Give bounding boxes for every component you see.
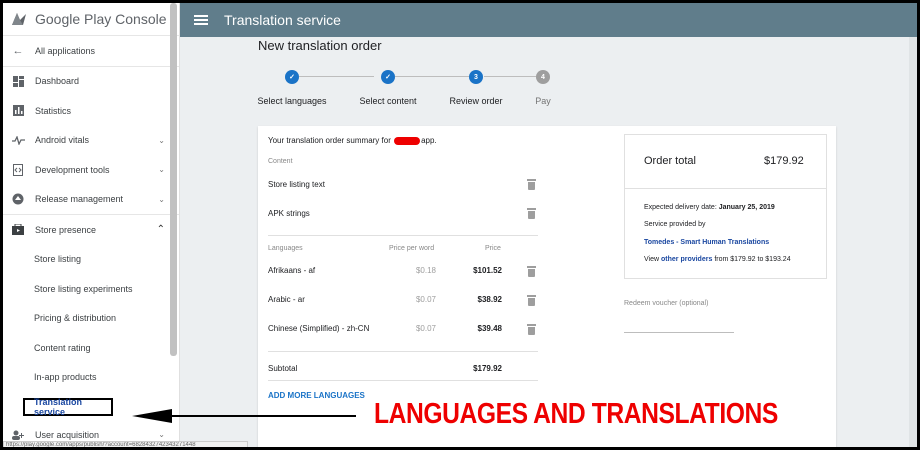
dashboard-icon <box>11 74 25 88</box>
sidebar-item-label: Dashboard <box>35 76 80 87</box>
delete-icon[interactable] <box>527 324 536 335</box>
sidebar-item-android-vitals[interactable]: Android vitals ⌄ <box>3 126 179 156</box>
divider <box>268 235 538 236</box>
sidebar-item-development-tools[interactable]: Development tools ⌄ <box>3 155 179 185</box>
sidebar: Google Play Console ← All applications D… <box>3 3 180 447</box>
add-more-languages-button[interactable]: ADD MORE LANGUAGES <box>268 391 365 400</box>
price-per-word: $0.07 <box>415 324 436 333</box>
stepper-line <box>299 76 374 77</box>
topbar-title: Translation service <box>224 12 341 28</box>
sidebar-item-label: Statistics <box>35 105 72 116</box>
languages-column-header: Languages <box>268 245 303 252</box>
order-stepper: ✓ ✓ 3 4 Select languages Select content … <box>257 68 578 108</box>
dev-tools-icon <box>11 163 25 177</box>
chevron-down-icon: ⌄ <box>158 194 165 204</box>
chevron-down-icon: ⌄ <box>158 165 165 175</box>
sidebar-item-label: User acquisition <box>35 429 100 440</box>
order-summary-text: Your translation order summary for app. <box>268 136 437 145</box>
order-total-value: $179.92 <box>764 155 804 167</box>
order-total-label: Order total <box>644 155 696 167</box>
subtotal-value: $179.92 <box>473 364 502 373</box>
voucher-label: Redeem voucher (optional) <box>624 300 709 307</box>
sidebar-back-all-applications[interactable]: ← All applications <box>3 36 179 66</box>
sidebar-item-dashboard[interactable]: Dashboard <box>3 67 179 97</box>
play-console-logo-icon <box>12 13 26 25</box>
step-check-icon: ✓ <box>381 70 395 84</box>
step-number: 3 <box>469 70 483 84</box>
provider-label: Service provided by <box>644 221 706 228</box>
language-price: $101.52 <box>473 266 502 275</box>
divider <box>268 380 538 381</box>
annotation-arrow-line <box>168 415 356 417</box>
stepper-line <box>484 76 536 77</box>
vitals-icon <box>11 133 25 147</box>
language-price: $38.92 <box>477 295 502 304</box>
logo[interactable]: Google Play Console <box>3 3 179 36</box>
divider <box>625 188 826 189</box>
language-price: $39.48 <box>477 324 502 333</box>
language-name: Afrikaans - af <box>268 266 316 275</box>
sidebar-subitem-store-listing[interactable]: Store listing <box>3 245 179 275</box>
status-bar-url: https://play.google.com/apps/publish/?ac… <box>3 441 248 450</box>
page-title: New translation order <box>258 38 382 53</box>
step-label-select-content[interactable]: Select content <box>359 96 416 106</box>
delivery-date: Expected delivery date: January 25, 2019 <box>644 204 775 211</box>
redacted-app-name <box>394 136 421 145</box>
divider <box>268 351 538 352</box>
delete-icon[interactable] <box>527 266 536 277</box>
sidebar-item-label: Development tools <box>35 164 110 175</box>
store-icon <box>11 223 25 237</box>
subtotal-label: Subtotal <box>268 364 298 373</box>
chevron-up-icon: ⌃ <box>156 224 165 236</box>
sidebar-item-store-presence[interactable]: Store presence ⌃ <box>3 215 179 245</box>
sidebar-subitem-content-rating[interactable]: Content rating <box>3 333 179 363</box>
language-name: Chinese (Simplified) - zh-CN <box>268 324 370 333</box>
other-providers-text: View other providers from $179.92 to $19… <box>644 256 791 263</box>
annotation-arrow-icon <box>132 409 172 423</box>
step-label-pay: Pay <box>535 96 551 106</box>
delete-icon[interactable] <box>527 295 536 306</box>
step-check-icon: ✓ <box>285 70 299 84</box>
sidebar-item-label: All applications <box>35 45 96 56</box>
provider-name-link[interactable]: Tomedes - Smart Human Translations <box>644 239 769 246</box>
sidebar-item-label: Store presence <box>35 224 97 235</box>
content-item: APK strings <box>268 209 310 218</box>
voucher-input[interactable] <box>624 332 734 333</box>
user-acquisition-icon <box>11 428 25 442</box>
sidebar-item-label: Release management <box>35 194 124 205</box>
step-number: 4 <box>536 70 550 84</box>
chevron-down-icon: ⌄ <box>158 135 165 145</box>
price-column-header: Price <box>485 245 501 252</box>
language-name: Arabic - ar <box>268 295 305 304</box>
release-icon <box>11 192 25 206</box>
step-label-review-order: Review order <box>449 96 503 106</box>
menu-icon[interactable] <box>194 15 208 25</box>
sidebar-subitem-pricing-distribution[interactable]: Pricing & distribution <box>3 304 179 334</box>
price-per-word-column-header: Price per word <box>389 245 435 252</box>
sidebar-subitem-store-listing-experiments[interactable]: Store listing experiments <box>3 274 179 304</box>
sidebar-item-statistics[interactable]: Statistics <box>3 96 179 126</box>
arrow-back-icon: ← <box>12 44 24 57</box>
delete-icon[interactable] <box>527 208 536 219</box>
content-item: Store listing text <box>268 180 325 189</box>
page-scroll-track <box>909 37 917 447</box>
sidebar-subitem-in-app-products[interactable]: In-app products <box>3 363 179 393</box>
annotation-callout: LANGUAGES AND TRANSLATIONS <box>374 398 778 430</box>
stepper-line <box>395 76 469 77</box>
content-section-header: Content <box>268 158 293 165</box>
other-providers-link[interactable]: other providers <box>661 256 712 263</box>
price-per-word: $0.18 <box>415 266 436 275</box>
sidebar-item-release-management[interactable]: Release management ⌄ <box>3 185 179 215</box>
delete-icon[interactable] <box>527 179 536 190</box>
step-label-select-languages[interactable]: Select languages <box>257 96 326 106</box>
statistics-icon <box>11 104 25 118</box>
sidebar-scrollbar[interactable] <box>170 3 177 356</box>
price-per-word: $0.07 <box>415 295 436 304</box>
brand-name: Google Play Console <box>35 11 167 27</box>
chevron-down-icon: ⌄ <box>158 430 165 440</box>
top-app-bar: Translation service <box>180 3 917 37</box>
sidebar-subitem-translation-service[interactable]: Translation service <box>23 397 113 417</box>
sidebar-item-label: Android vitals <box>35 135 90 146</box>
